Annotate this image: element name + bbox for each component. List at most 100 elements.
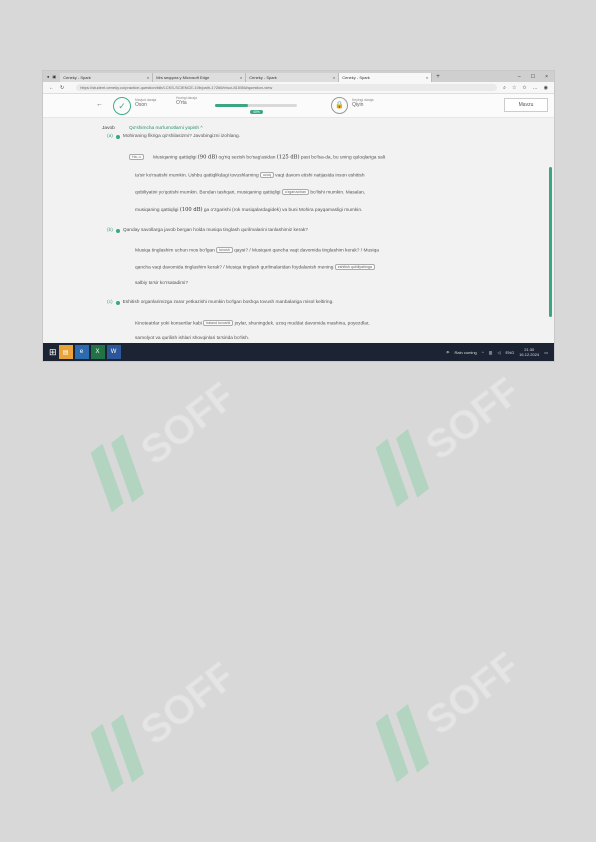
- dropdown-select[interactable]: uzoq: [260, 172, 274, 178]
- hide-extra-info-link[interactable]: Qo'shimcha ma'lumotlarni yopish ^: [129, 126, 203, 131]
- question-letter: (b): [107, 228, 113, 233]
- question-a: (a) Mohiraning fikriga qo'shilasizmi? Ja…: [107, 134, 240, 139]
- weather-icon[interactable]: ☂: [446, 350, 450, 355]
- check-dot-icon: [115, 300, 120, 305]
- level-next: Hozirgi daraja O'rta: [176, 96, 197, 106]
- level-value: Oson: [135, 102, 147, 108]
- answer-line: ta'sir ko'rsatishi mumkin. Ushbu qattiql…: [135, 172, 365, 178]
- dropdown-select[interactable]: eshitish qobiliyatimga: [334, 264, 375, 270]
- clock[interactable]: 21:30 16.12.2024: [519, 347, 539, 357]
- minimize-icon[interactable]: –: [518, 74, 521, 80]
- question-text: Eshitish organlarimizga zarar yetkazishi…: [122, 300, 334, 305]
- progress-badge: 40%: [250, 110, 263, 114]
- browser-tools: ⌕ ☆ ✩ … ◉: [503, 85, 554, 91]
- tabs-icon[interactable]: ▣: [52, 74, 56, 79]
- new-tab-button[interactable]: +: [432, 74, 444, 80]
- level-locked: Keyingi daraja Qiyin: [352, 98, 374, 108]
- file-explorer-icon[interactable]: ▤: [58, 345, 73, 359]
- answer-line: Kinoteatrlar yoki konsertlar kabi baland…: [135, 320, 370, 326]
- close-icon[interactable]: ×: [426, 75, 428, 80]
- zoom-icon[interactable]: ⌕: [503, 85, 506, 91]
- screenshot-window: ● ▣ Ceneky - Spark × Mrs seqqora y Micros…: [42, 70, 555, 362]
- scrollbar[interactable]: [549, 167, 552, 317]
- tab-4[interactable]: Ceneky - Spark ×: [339, 73, 433, 82]
- tab-label: Ceneky - Spark: [63, 75, 91, 80]
- answer-text: salbiy ta'sir ko'rsatadimi?: [135, 281, 189, 286]
- question-c: (c) Eshitish organlarimizga zarar yetkaz…: [107, 300, 334, 305]
- progress-fill: [215, 104, 248, 107]
- network-icon[interactable]: ▥: [489, 350, 493, 355]
- dropdown-select[interactable]: o'zgaruvchan: [281, 189, 310, 195]
- close-icon[interactable]: ×: [147, 75, 149, 80]
- answer-text: bo'lishi mumkin. Masalan,: [310, 190, 366, 196]
- profile-icon[interactable]: ●: [47, 74, 49, 79]
- soff-watermark: SOFF: [55, 348, 261, 542]
- value-text: (125 dB): [276, 154, 300, 161]
- copilot-icon[interactable]: ◉: [544, 85, 548, 91]
- tab-1[interactable]: Ceneky - Spark ×: [60, 73, 154, 82]
- notification-icon[interactable]: ▭: [544, 350, 548, 355]
- question-letter: (a): [107, 134, 113, 139]
- answer-text: qaysi? / Musiqani qancha vaqt davomida t…: [234, 248, 379, 254]
- tab-label: Ceneky - Spark: [342, 75, 370, 80]
- refresh-icon[interactable]: ↻: [60, 85, 64, 91]
- answer-text: Kinoteatrlar yoki konsertlar kabi: [135, 321, 202, 327]
- dropdown-select[interactable]: tovush: [216, 247, 233, 253]
- tray-chevron-icon[interactable]: ^: [482, 350, 484, 355]
- nav-buttons: ← ↻: [43, 85, 70, 91]
- tab-3[interactable]: Ceneky - Spark ×: [246, 73, 340, 82]
- back-arrow-icon[interactable]: ←: [96, 101, 103, 108]
- tab-label: Mrs seqqora y Microsoft Edge: [156, 75, 210, 80]
- close-icon[interactable]: ×: [240, 75, 242, 80]
- maximize-icon[interactable]: ☐: [531, 74, 535, 80]
- answer-text: ga o'zgarishi (rok musiqalardagidek) va …: [203, 208, 363, 213]
- dropdown-select[interactable]: Ha, u: [129, 154, 144, 160]
- svg-text:SOFF: SOFF: [418, 643, 529, 743]
- topic-button[interactable]: Mavzu: [504, 98, 548, 112]
- level-value: Qiyin: [352, 102, 364, 108]
- address-bar-row: ← ↻ https://student.ceneky.co/practice-q…: [43, 82, 554, 94]
- answer-line: Ha, u Musiqaning qattiqligi (90 dB) og'r…: [129, 154, 385, 160]
- more-icon[interactable]: …: [533, 85, 538, 91]
- favorites-icon[interactable]: ✩: [522, 85, 526, 91]
- answer-line: qancha vaqt davomida tinglashim kerak? /…: [135, 264, 375, 270]
- back-arrow-icon[interactable]: ←: [49, 85, 54, 91]
- value-text: (90 dB): [197, 154, 218, 161]
- answer-text: musiqaning qattiqligi: [135, 208, 179, 213]
- volume-icon[interactable]: ◁: [497, 350, 500, 355]
- tab-2[interactable]: Mrs seqqora y Microsoft Edge ×: [153, 73, 247, 82]
- url-field[interactable]: https://student.ceneky.co/practice-quest…: [76, 84, 498, 91]
- soff-watermark: SOFF: [340, 343, 546, 537]
- answer-text: Musiqaning qattiqligi: [152, 155, 197, 161]
- answer-content: Javob Qo'shimcha ma'lumotlarni yopish ^ …: [43, 117, 554, 343]
- answer-text: past bo'lsa-da, bu uning quloqlariga sal…: [300, 155, 386, 161]
- close-window-icon[interactable]: ×: [545, 74, 548, 80]
- question-letter: (c): [107, 300, 113, 305]
- soff-watermark: SOFF: [340, 618, 546, 812]
- answer-line: qobiliyatini yo'qotishi mumkin. Bundan t…: [135, 189, 365, 195]
- edge-icon[interactable]: e: [74, 345, 89, 359]
- answer-text: samolyot va qurilish ishlari shovqinlari…: [135, 336, 250, 341]
- tab-label: Ceneky - Spark: [249, 75, 277, 80]
- weather-text[interactable]: Rain coming: [455, 350, 477, 355]
- answer-text: joylar, shuningdek, uzoq muddat davomida…: [234, 321, 370, 327]
- windows-start-icon[interactable]: ⊞: [49, 347, 57, 358]
- answer-text: qobiliyatini yo'qotishi mumkin. Bundan t…: [135, 190, 281, 196]
- lock-icon: 🔒: [331, 97, 348, 114]
- close-icon[interactable]: ×: [333, 75, 335, 80]
- window-controls: – ☐ ×: [518, 74, 554, 80]
- question-text: Mohiraning fikriga qo'shilasizmi? Javobi…: [122, 134, 241, 139]
- svg-text:SOFF: SOFF: [133, 373, 244, 473]
- dropdown-select[interactable]: baland tovushli: [203, 320, 234, 326]
- clock-date: 16.12.2024: [519, 352, 540, 357]
- question-text: Qanday savollarga javob bergan holda mus…: [122, 228, 308, 233]
- practice-header: ← ✓ Mavjud daraja Oson Hozirgi daraja O'rt…: [43, 94, 554, 118]
- favorite-star-icon[interactable]: ☆: [512, 85, 516, 91]
- check-dot-icon: [115, 228, 120, 233]
- language-indicator[interactable]: ENG: [506, 350, 515, 355]
- answer-line: samolyot va qurilish ishlari shovqinlari…: [135, 336, 249, 341]
- excel-icon[interactable]: X: [90, 345, 105, 359]
- answer-label: Javob: [102, 126, 115, 131]
- word-icon[interactable]: W: [106, 345, 121, 359]
- answer-text: vaqt davom etishi natijasida inson eshit…: [275, 173, 365, 179]
